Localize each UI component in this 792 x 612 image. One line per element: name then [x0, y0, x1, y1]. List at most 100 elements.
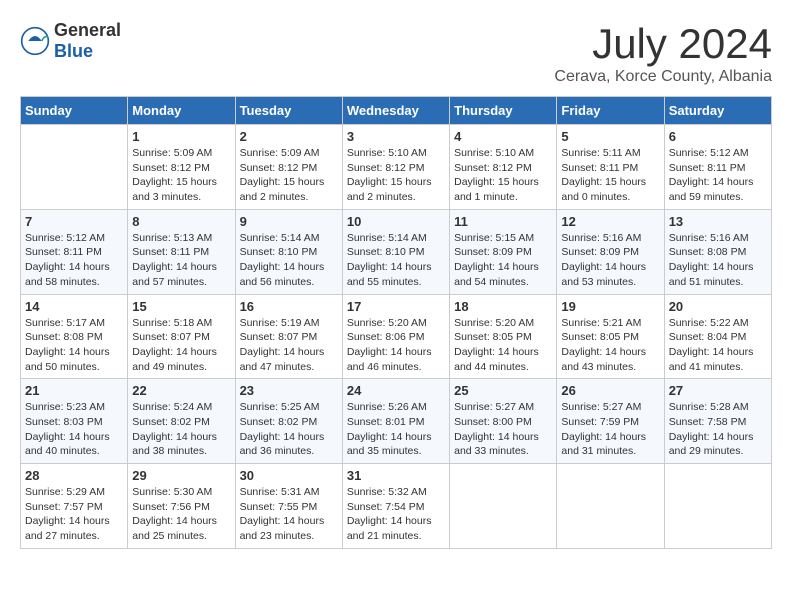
- logo: General Blue: [20, 20, 121, 62]
- calendar-cell: 23 Sunrise: 5:25 AM Sunset: 8:02 PM Dayl…: [235, 379, 342, 464]
- calendar-cell: 28 Sunrise: 5:29 AM Sunset: 7:57 PM Dayl…: [21, 464, 128, 549]
- sunrise-text: Sunrise: 5:27 AM: [561, 401, 641, 413]
- sunrise-text: Sunrise: 5:14 AM: [347, 232, 427, 244]
- daylight-text: Daylight: 14 hours and 31 minutes.: [561, 431, 646, 458]
- day-number: 12: [561, 214, 659, 229]
- sunset-text: Sunset: 8:03 PM: [25, 416, 103, 428]
- sunset-text: Sunset: 8:04 PM: [669, 331, 747, 343]
- daylight-text: Daylight: 14 hours and 50 minutes.: [25, 346, 110, 373]
- day-info: Sunrise: 5:27 AM Sunset: 7:59 PM Dayligh…: [561, 400, 659, 459]
- sunset-text: Sunset: 7:57 PM: [25, 501, 103, 513]
- daylight-text: Daylight: 15 hours and 3 minutes.: [132, 176, 217, 203]
- day-info: Sunrise: 5:11 AM Sunset: 8:11 PM Dayligh…: [561, 146, 659, 205]
- day-number: 22: [132, 383, 230, 398]
- day-info: Sunrise: 5:19 AM Sunset: 8:07 PM Dayligh…: [240, 316, 338, 375]
- sunrise-text: Sunrise: 5:10 AM: [347, 147, 427, 159]
- sunset-text: Sunset: 8:00 PM: [454, 416, 532, 428]
- sunset-text: Sunset: 8:11 PM: [132, 246, 209, 258]
- daylight-text: Daylight: 14 hours and 58 minutes.: [25, 261, 110, 288]
- daylight-text: Daylight: 14 hours and 59 minutes.: [669, 176, 754, 203]
- day-info: Sunrise: 5:09 AM Sunset: 8:12 PM Dayligh…: [132, 146, 230, 205]
- day-info: Sunrise: 5:27 AM Sunset: 8:00 PM Dayligh…: [454, 400, 552, 459]
- sunset-text: Sunset: 8:12 PM: [454, 162, 532, 174]
- weekday-header: Thursday: [450, 97, 557, 125]
- sunset-text: Sunset: 8:05 PM: [454, 331, 532, 343]
- sunrise-text: Sunrise: 5:30 AM: [132, 486, 212, 498]
- daylight-text: Daylight: 14 hours and 49 minutes.: [132, 346, 217, 373]
- calendar-cell: 24 Sunrise: 5:26 AM Sunset: 8:01 PM Dayl…: [342, 379, 449, 464]
- calendar-cell: 15 Sunrise: 5:18 AM Sunset: 8:07 PM Dayl…: [128, 294, 235, 379]
- day-number: 24: [347, 383, 445, 398]
- sunrise-text: Sunrise: 5:23 AM: [25, 401, 105, 413]
- calendar-cell: [664, 464, 771, 549]
- calendar-week-row: 1 Sunrise: 5:09 AM Sunset: 8:12 PM Dayli…: [21, 125, 772, 210]
- calendar-cell: 21 Sunrise: 5:23 AM Sunset: 8:03 PM Dayl…: [21, 379, 128, 464]
- page-subtitle: Cerava, Korce County, Albania: [554, 68, 772, 86]
- day-number: 25: [454, 383, 552, 398]
- day-info: Sunrise: 5:17 AM Sunset: 8:08 PM Dayligh…: [25, 316, 123, 375]
- weekday-header: Friday: [557, 97, 664, 125]
- day-number: 29: [132, 468, 230, 483]
- sunrise-text: Sunrise: 5:26 AM: [347, 401, 427, 413]
- weekday-header: Tuesday: [235, 97, 342, 125]
- daylight-text: Daylight: 14 hours and 35 minutes.: [347, 431, 432, 458]
- day-number: 19: [561, 299, 659, 314]
- sunset-text: Sunset: 7:59 PM: [561, 416, 639, 428]
- day-info: Sunrise: 5:16 AM Sunset: 8:08 PM Dayligh…: [669, 231, 767, 290]
- calendar-cell: 6 Sunrise: 5:12 AM Sunset: 8:11 PM Dayli…: [664, 125, 771, 210]
- day-info: Sunrise: 5:12 AM Sunset: 8:11 PM Dayligh…: [25, 231, 123, 290]
- sunrise-text: Sunrise: 5:32 AM: [347, 486, 427, 498]
- calendar-cell: 18 Sunrise: 5:20 AM Sunset: 8:05 PM Dayl…: [450, 294, 557, 379]
- sunset-text: Sunset: 8:02 PM: [240, 416, 318, 428]
- sunset-text: Sunset: 8:12 PM: [240, 162, 318, 174]
- day-number: 5: [561, 129, 659, 144]
- calendar-cell: 5 Sunrise: 5:11 AM Sunset: 8:11 PM Dayli…: [557, 125, 664, 210]
- weekday-header: Monday: [128, 97, 235, 125]
- sunset-text: Sunset: 7:55 PM: [240, 501, 318, 513]
- calendar-cell: 27 Sunrise: 5:28 AM Sunset: 7:58 PM Dayl…: [664, 379, 771, 464]
- day-info: Sunrise: 5:30 AM Sunset: 7:56 PM Dayligh…: [132, 485, 230, 544]
- calendar-cell: 4 Sunrise: 5:10 AM Sunset: 8:12 PM Dayli…: [450, 125, 557, 210]
- calendar-cell: 29 Sunrise: 5:30 AM Sunset: 7:56 PM Dayl…: [128, 464, 235, 549]
- sunrise-text: Sunrise: 5:12 AM: [25, 232, 105, 244]
- daylight-text: Daylight: 14 hours and 41 minutes.: [669, 346, 754, 373]
- calendar-cell: 20 Sunrise: 5:22 AM Sunset: 8:04 PM Dayl…: [664, 294, 771, 379]
- day-info: Sunrise: 5:21 AM Sunset: 8:05 PM Dayligh…: [561, 316, 659, 375]
- daylight-text: Daylight: 14 hours and 54 minutes.: [454, 261, 539, 288]
- daylight-text: Daylight: 14 hours and 29 minutes.: [669, 431, 754, 458]
- calendar-cell: 10 Sunrise: 5:14 AM Sunset: 8:10 PM Dayl…: [342, 209, 449, 294]
- day-info: Sunrise: 5:16 AM Sunset: 8:09 PM Dayligh…: [561, 231, 659, 290]
- day-info: Sunrise: 5:25 AM Sunset: 8:02 PM Dayligh…: [240, 400, 338, 459]
- sunset-text: Sunset: 8:10 PM: [240, 246, 318, 258]
- day-number: 11: [454, 214, 552, 229]
- day-number: 15: [132, 299, 230, 314]
- day-info: Sunrise: 5:20 AM Sunset: 8:05 PM Dayligh…: [454, 316, 552, 375]
- day-number: 10: [347, 214, 445, 229]
- day-info: Sunrise: 5:29 AM Sunset: 7:57 PM Dayligh…: [25, 485, 123, 544]
- sunrise-text: Sunrise: 5:17 AM: [25, 317, 105, 329]
- sunset-text: Sunset: 8:06 PM: [347, 331, 425, 343]
- day-info: Sunrise: 5:23 AM Sunset: 8:03 PM Dayligh…: [25, 400, 123, 459]
- daylight-text: Daylight: 14 hours and 46 minutes.: [347, 346, 432, 373]
- day-number: 21: [25, 383, 123, 398]
- calendar-cell: 19 Sunrise: 5:21 AM Sunset: 8:05 PM Dayl…: [557, 294, 664, 379]
- sunset-text: Sunset: 8:11 PM: [25, 246, 102, 258]
- calendar-cell: 9 Sunrise: 5:14 AM Sunset: 8:10 PM Dayli…: [235, 209, 342, 294]
- calendar-cell: 30 Sunrise: 5:31 AM Sunset: 7:55 PM Dayl…: [235, 464, 342, 549]
- sunrise-text: Sunrise: 5:21 AM: [561, 317, 641, 329]
- weekday-header: Saturday: [664, 97, 771, 125]
- sunset-text: Sunset: 8:09 PM: [454, 246, 532, 258]
- day-number: 28: [25, 468, 123, 483]
- calendar-cell: 2 Sunrise: 5:09 AM Sunset: 8:12 PM Dayli…: [235, 125, 342, 210]
- sunset-text: Sunset: 8:12 PM: [132, 162, 210, 174]
- sunrise-text: Sunrise: 5:10 AM: [454, 147, 534, 159]
- calendar-cell: [21, 125, 128, 210]
- day-number: 23: [240, 383, 338, 398]
- day-number: 9: [240, 214, 338, 229]
- calendar-cell: 25 Sunrise: 5:27 AM Sunset: 8:00 PM Dayl…: [450, 379, 557, 464]
- sunrise-text: Sunrise: 5:31 AM: [240, 486, 320, 498]
- sunrise-text: Sunrise: 5:19 AM: [240, 317, 320, 329]
- logo-text: General Blue: [54, 20, 121, 62]
- sunset-text: Sunset: 8:07 PM: [132, 331, 210, 343]
- sunset-text: Sunset: 7:56 PM: [132, 501, 210, 513]
